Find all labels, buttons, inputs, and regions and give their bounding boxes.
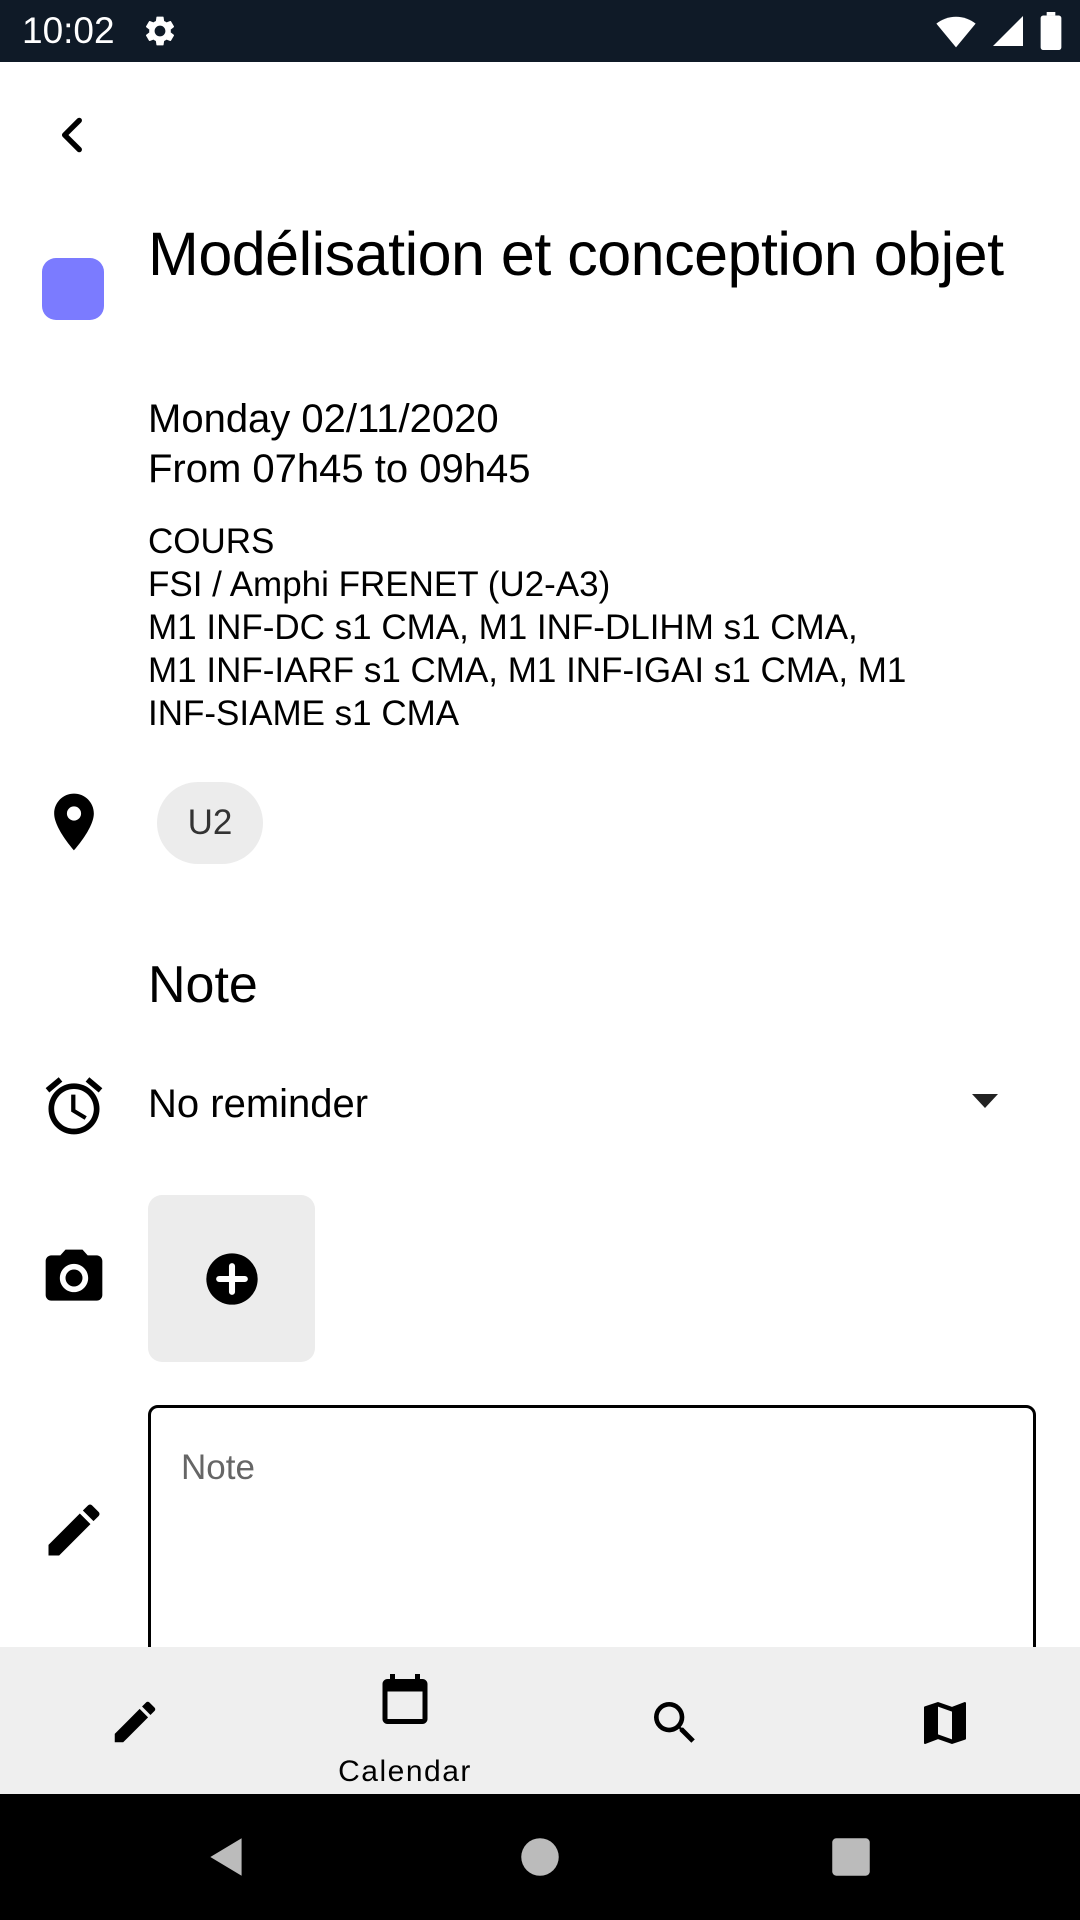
alarm-clock-icon xyxy=(45,1077,103,1135)
event-groups-line: M1 INF-IARF s1 CMA, M1 INF-IGAI s1 CMA, … xyxy=(148,651,907,690)
nav-label-calendar: Calendar xyxy=(338,1755,472,1788)
nav-item-search[interactable] xyxy=(540,1647,810,1794)
search-icon xyxy=(654,1702,695,1743)
status-bar: 10:02 xyxy=(0,0,1080,62)
settings-gear-icon xyxy=(145,16,175,46)
wifi-icon xyxy=(936,16,976,48)
note-textarea[interactable]: Note xyxy=(148,1405,1036,1665)
pencil-icon xyxy=(48,1504,100,1556)
status-indicators xyxy=(936,12,1062,50)
nav-item-notes[interactable] xyxy=(0,1647,270,1794)
event-groups-line: M1 INF-DC s1 CMA, M1 INF-DLIHM s1 CMA, xyxy=(148,608,858,647)
calendar-icon xyxy=(382,1674,428,1724)
add-photo-button[interactable] xyxy=(148,1195,315,1362)
location-pin-icon xyxy=(54,793,94,851)
event-groups-line: INF-SIAME s1 CMA xyxy=(148,694,460,733)
system-back-icon[interactable] xyxy=(202,1832,252,1882)
dropdown-arrow-icon xyxy=(972,1094,998,1108)
note-placeholder: Note xyxy=(181,1448,255,1487)
back-arrow-icon[interactable] xyxy=(48,110,98,160)
event-datetime: Monday 02/11/2020 From 07h45 to 09h45 xyxy=(148,394,530,494)
system-home-icon[interactable] xyxy=(515,1832,565,1882)
course-title: Modélisation et conception objet xyxy=(148,220,1004,288)
bottom-navigation: Calendar xyxy=(0,1647,1080,1794)
add-circle-icon xyxy=(205,1252,258,1305)
nav-item-map[interactable] xyxy=(810,1647,1080,1794)
system-recents-icon[interactable] xyxy=(826,1832,876,1882)
camera-icon xyxy=(45,1249,103,1301)
reminder-dropdown[interactable]: No reminder xyxy=(148,1078,998,1134)
map-icon xyxy=(924,1702,966,1744)
location-chip[interactable]: U2 xyxy=(157,782,263,864)
event-type: COURS xyxy=(148,522,275,561)
course-color-swatch xyxy=(42,258,104,320)
nav-item-calendar[interactable]: Calendar xyxy=(270,1647,540,1794)
event-date: Monday 02/11/2020 xyxy=(148,397,499,441)
cell-signal-icon xyxy=(993,16,1023,46)
system-navigation-bar xyxy=(0,1794,1080,1920)
event-time-range: From 07h45 to 09h45 xyxy=(148,447,531,491)
event-details: COURS FSI / Amphi FRENET (U2-A3) M1 INF-… xyxy=(148,520,968,735)
pencil-icon xyxy=(114,1701,156,1743)
reminder-value: No reminder xyxy=(148,1082,369,1126)
battery-icon xyxy=(1040,12,1062,50)
status-time: 10:02 xyxy=(22,10,115,51)
event-room: FSI / Amphi FRENET (U2-A3) xyxy=(148,565,611,604)
location-chip-label: U2 xyxy=(187,803,233,842)
note-heading: Note xyxy=(148,956,258,1014)
